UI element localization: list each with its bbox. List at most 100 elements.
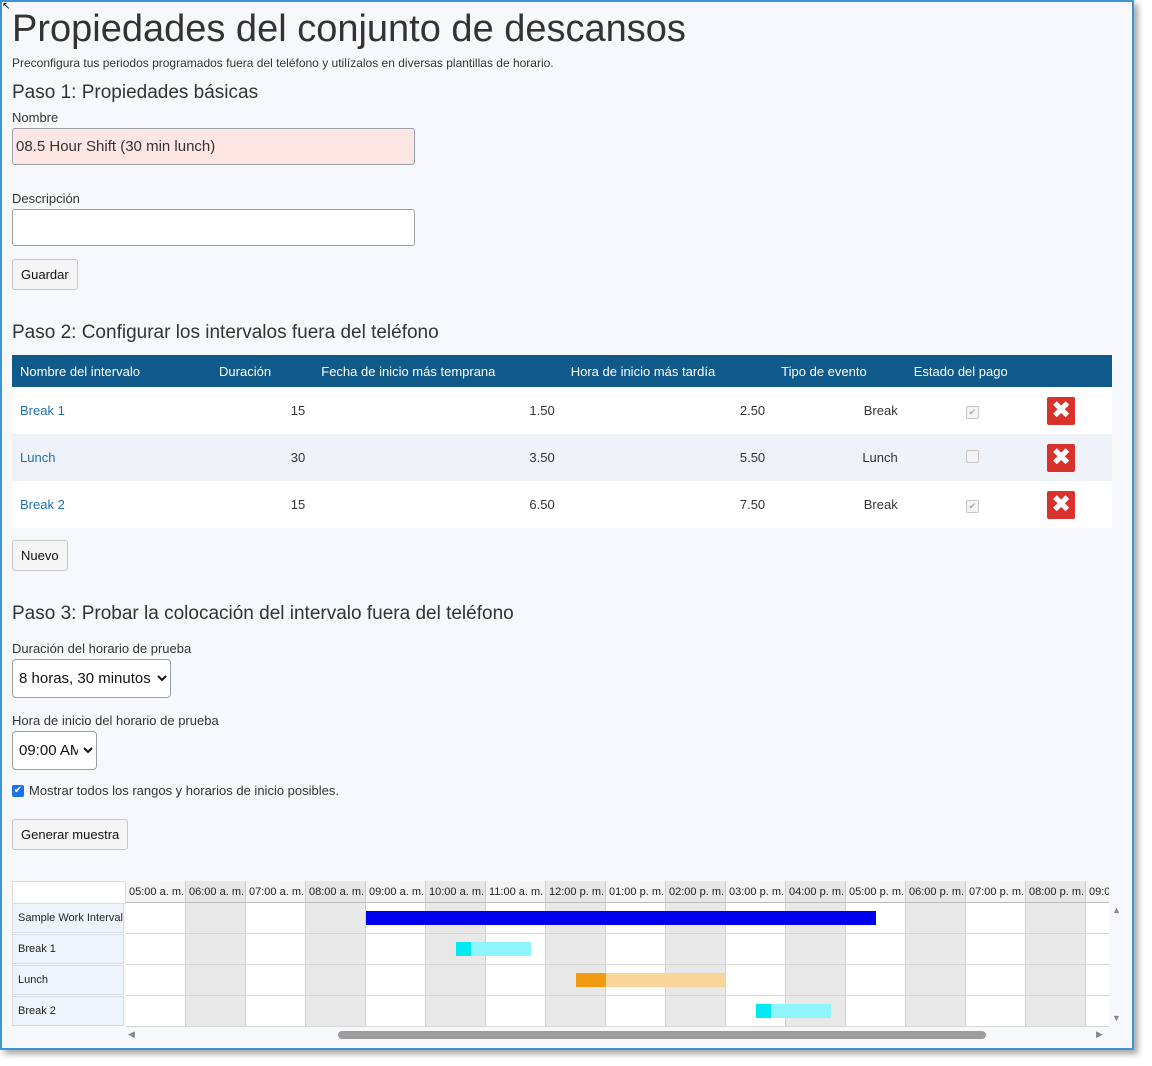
gantt-hour-label: 11:00 a. m. xyxy=(486,881,546,903)
gantt-body xyxy=(126,903,1109,1027)
page-title: Propiedades del conjunto de descansos xyxy=(12,8,686,50)
col-event-type[interactable]: Tipo de evento xyxy=(773,355,906,387)
description-label: Descripción xyxy=(12,191,80,206)
gantt-hour-label: 08:00 p. m. xyxy=(1026,881,1086,903)
gantt-row-label: Break 1 xyxy=(12,934,124,964)
cell-earliest: 1.50 xyxy=(313,387,563,434)
gantt-hour-label: 01:00 p. m. xyxy=(606,881,666,903)
gantt-hour-column xyxy=(1026,903,1086,1027)
gantt-hour-column xyxy=(1086,903,1109,1027)
paid-checkbox: ✔ xyxy=(965,405,979,419)
gantt-hour-label: 04:00 p. m. xyxy=(786,881,846,903)
interval-link-break-2[interactable]: Break 2 xyxy=(20,497,65,512)
scroll-right-icon[interactable]: ▶ xyxy=(1096,1029,1103,1040)
gantt-row-label: Break 2 xyxy=(12,996,124,1026)
gantt-hour-column xyxy=(966,903,1026,1027)
gantt-row-divider xyxy=(126,995,1109,996)
cell-event-type: Break xyxy=(773,481,906,528)
table-header-row: Nombre del intervalo Duración Fecha de i… xyxy=(12,355,1112,387)
show-all-checkbox-row[interactable]: ✔ Mostrar todos los rangos y horarios de… xyxy=(12,783,339,798)
col-duration[interactable]: Duración xyxy=(211,355,314,387)
gantt-hour-label: 09:00 p. m. xyxy=(1086,881,1109,903)
cell-earliest: 3.50 xyxy=(313,434,563,481)
gantt-hour-label: 07:00 p. m. xyxy=(966,881,1026,903)
gantt-hour-label: 06:00 p. m. xyxy=(906,881,966,903)
col-latest-start[interactable]: Hora de inicio más tardía xyxy=(562,355,774,387)
generate-sample-button[interactable]: Generar muestra xyxy=(12,819,129,850)
interval-link-lunch[interactable]: Lunch xyxy=(20,450,55,465)
gantt-hour-label: 08:00 a. m. xyxy=(306,881,366,903)
gantt-hour-label: 09:00 a. m. xyxy=(366,881,426,903)
cell-latest: 7.50 xyxy=(562,481,774,528)
gantt-hour-column xyxy=(306,903,366,1027)
gantt-corner xyxy=(12,881,126,904)
name-label: Nombre xyxy=(12,110,59,125)
paid-checkbox: ✔ xyxy=(965,499,979,513)
gantt-row-label: Lunch xyxy=(12,965,124,995)
gantt-row-divider xyxy=(126,933,1109,934)
horizontal-scrollbar[interactable]: ◀ ▶ xyxy=(126,1028,1110,1042)
duration-label: Duración del horario de prueba xyxy=(12,641,192,656)
gantt-hour-label: 06:00 a. m. xyxy=(186,881,246,903)
show-all-label: Mostrar todos los rangos y horarios de i… xyxy=(29,783,339,798)
gantt-hour-label: 05:00 p. m. xyxy=(846,881,906,903)
table-row: Break 1 15 1.50 2.50 Break ✔ ✖ xyxy=(12,387,1112,434)
gantt-hour-label: 07:00 a. m. xyxy=(246,881,306,903)
cell-duration: 30 xyxy=(211,434,314,481)
step3-heading: Paso 3: Probar la colocación del interva… xyxy=(12,603,514,624)
cell-event-type: Break xyxy=(773,387,906,434)
cell-latest: 2.50 xyxy=(562,387,774,434)
description-input[interactable] xyxy=(12,209,415,246)
gantt-time-header: 05:00 a. m. 06:00 a. m. 07:00 a. m. 08:00 a… xyxy=(126,881,1109,903)
gantt-row-divider xyxy=(126,1026,1109,1027)
scroll-up-icon[interactable]: ▲ xyxy=(1112,905,1121,915)
cell-duration: 15 xyxy=(211,387,314,434)
col-delete xyxy=(1039,355,1112,387)
mouse-cursor-icon: ↖ xyxy=(2,1,11,12)
step1-heading: Paso 1: Propiedades básicas xyxy=(12,82,259,103)
col-interval-name[interactable]: Nombre del intervalo xyxy=(12,355,212,387)
gantt-hour-column xyxy=(126,903,186,1027)
gantt-hour-label: 03:00 p. m. xyxy=(726,881,786,903)
gantt-hour-label: 10:00 a. m. xyxy=(426,881,486,903)
table-row: Break 2 15 6.50 7.50 Break ✔ ✖ xyxy=(12,481,1112,528)
duration-select[interactable]: 8 horas, 30 minutos xyxy=(12,659,171,698)
gantt-row-label: Sample Work Interval xyxy=(12,903,124,933)
name-input[interactable] xyxy=(12,128,415,165)
cell-event-type: Lunch xyxy=(773,434,906,481)
gantt-hour-column xyxy=(246,903,306,1027)
gantt-hour-label: 12:00 p. m. xyxy=(546,881,606,903)
start-time-select[interactable]: 09:00 AM xyxy=(12,731,97,770)
delete-x-icon[interactable]: ✖ xyxy=(1047,490,1076,519)
vertical-scrollbar[interactable]: ▲ ▼ xyxy=(1110,903,1122,1027)
new-interval-button[interactable]: Nuevo xyxy=(12,540,68,571)
step2-heading: Paso 2: Configurar los intervalos fuera … xyxy=(12,322,439,343)
gantt-bar xyxy=(366,910,876,925)
scroll-thumb[interactable] xyxy=(338,1031,986,1039)
col-paid-status[interactable]: Estado del pago xyxy=(905,355,1040,387)
cell-duration: 15 xyxy=(211,481,314,528)
scroll-down-icon[interactable]: ▼ xyxy=(1112,1013,1121,1023)
gantt-hour-column xyxy=(906,903,966,1027)
save-button[interactable]: Guardar xyxy=(12,259,78,290)
col-earliest-start[interactable]: Fecha de inicio más temprana xyxy=(313,355,563,387)
page-subtitle: Preconfigura tus periodos programados fu… xyxy=(12,56,554,70)
gantt-row-divider xyxy=(126,964,1109,965)
gantt-bar xyxy=(576,972,606,987)
window-frame: ↖ Propiedades del conjunto de descansos … xyxy=(0,0,1134,1050)
gantt-bar xyxy=(756,1003,771,1018)
delete-x-icon[interactable]: ✖ xyxy=(1047,443,1076,472)
intervals-table: Nombre del intervalo Duración Fecha de i… xyxy=(12,355,1112,528)
gantt-hour-label: 02:00 p. m. xyxy=(666,881,726,903)
delete-x-icon[interactable]: ✖ xyxy=(1047,396,1076,425)
start-time-label: Hora de inicio del horario de prueba xyxy=(12,713,219,728)
checkmark-icon[interactable]: ✔ xyxy=(12,784,24,797)
gantt-hour-label: 05:00 a. m. xyxy=(126,881,186,903)
cell-latest: 5.50 xyxy=(562,434,774,481)
cell-earliest: 6.50 xyxy=(313,481,563,528)
interval-link-break-1[interactable]: Break 1 xyxy=(20,403,65,418)
paid-checkbox xyxy=(965,449,979,463)
table-row: Lunch 30 3.50 5.50 Lunch ✖ xyxy=(12,434,1112,481)
gantt-hour-column xyxy=(186,903,246,1027)
scroll-left-icon[interactable]: ◀ xyxy=(128,1029,135,1040)
